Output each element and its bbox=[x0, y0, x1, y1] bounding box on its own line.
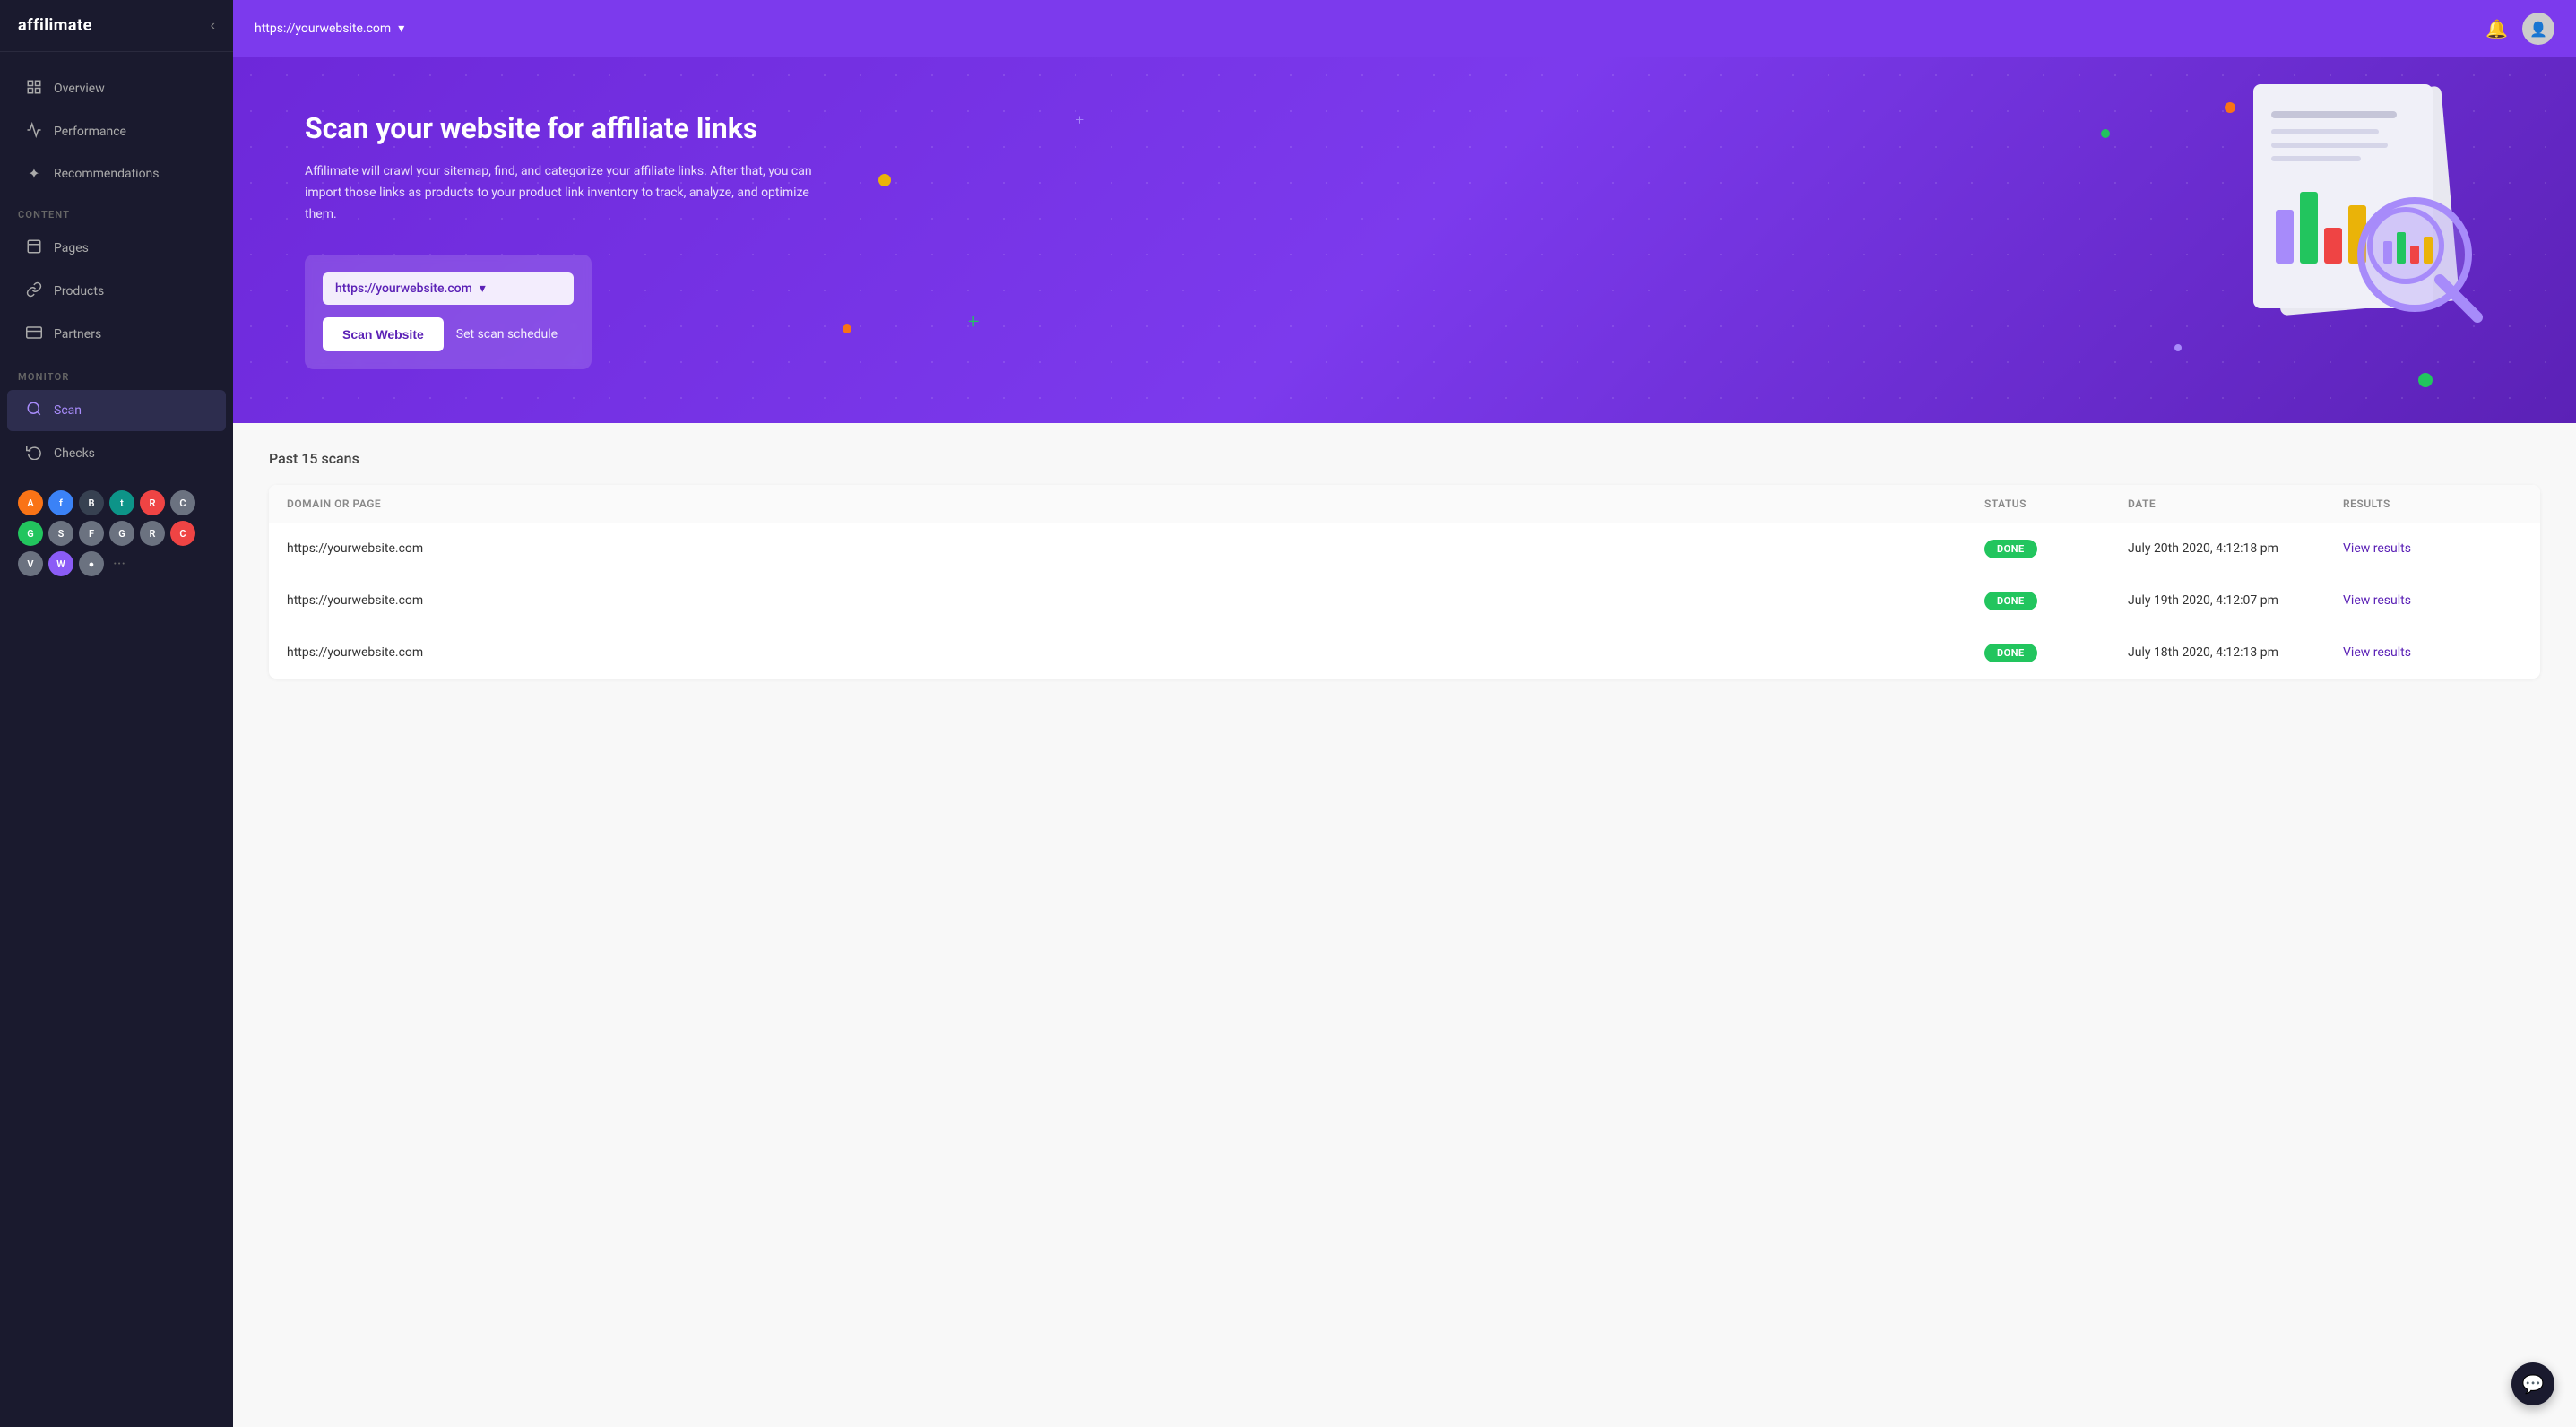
hero-title: Scan your website for affiliate links bbox=[305, 111, 825, 145]
net-icon-v[interactable]: V bbox=[18, 551, 43, 576]
net-icon-fb[interactable]: f bbox=[48, 490, 73, 515]
row1-domain: https://yourwebsite.com bbox=[287, 541, 1984, 556]
sidebar-item-recommendations-label: Recommendations bbox=[54, 167, 160, 181]
content-section-label: CONTENT bbox=[0, 195, 233, 226]
row1-status-badge: DONE bbox=[1984, 540, 2037, 558]
topbar-right: 🔔 👤 bbox=[2485, 13, 2554, 45]
sidebar-item-partners[interactable]: Partners bbox=[7, 314, 226, 355]
overview-icon bbox=[25, 79, 43, 99]
hero-illustration bbox=[2217, 75, 2522, 344]
url-dropdown[interactable]: https://yourwebsite.com ▾ bbox=[323, 272, 574, 305]
sidebar-item-recommendations[interactable]: ✦ Recommendations bbox=[7, 154, 226, 193]
net-icon-r2[interactable]: R bbox=[140, 521, 165, 546]
row2-status: DONE bbox=[1984, 592, 2128, 610]
row1-status: DONE bbox=[1984, 540, 2128, 558]
pages-icon bbox=[25, 238, 43, 258]
monitor-section-label: MONITOR bbox=[0, 357, 233, 388]
table-row: https://yourwebsite.com DONE July 18th 2… bbox=[269, 627, 2540, 679]
net-icon-dot[interactable]: ● bbox=[79, 551, 104, 576]
main-content: https://yourwebsite.com ▾ 🔔 👤 + + Scan y… bbox=[233, 0, 2576, 1427]
row2-date: July 19th 2020, 4:12:07 pm bbox=[2128, 593, 2343, 608]
sidebar-header: affilimate ‹ bbox=[0, 0, 233, 52]
row1-view-results-link[interactable]: View results bbox=[2343, 541, 2522, 556]
sidebar-nav: Overview Performance ✦ Recommendations C… bbox=[0, 52, 233, 1427]
sidebar-item-performance-label: Performance bbox=[54, 125, 126, 139]
col-results: Results bbox=[2343, 497, 2522, 510]
table-row: https://yourwebsite.com DONE July 20th 2… bbox=[269, 523, 2540, 575]
url-dropdown-value: https://yourwebsite.com bbox=[335, 281, 472, 296]
url-dropdown-chevron-icon: ▾ bbox=[480, 281, 486, 296]
hero-content: Scan your website for affiliate links Af… bbox=[305, 111, 825, 369]
row3-view-results-link[interactable]: View results bbox=[2343, 645, 2522, 660]
col-date: Date bbox=[2128, 497, 2343, 510]
sidebar-item-scan-label: Scan bbox=[54, 403, 82, 418]
row2-view-results-link[interactable]: View results bbox=[2343, 593, 2522, 608]
url-selector[interactable]: https://yourwebsite.com ▾ bbox=[255, 22, 404, 36]
sidebar-item-partners-label: Partners bbox=[54, 327, 101, 342]
sidebar: affilimate ‹ Overview Performance ✦ Reco… bbox=[0, 0, 233, 1427]
hero-form: https://yourwebsite.com ▾ Scan Website S… bbox=[305, 255, 592, 369]
net-icon-g[interactable]: G bbox=[18, 521, 43, 546]
net-icon-c[interactable]: C bbox=[170, 490, 195, 515]
row1-date: July 20th 2020, 4:12:18 pm bbox=[2128, 541, 2343, 556]
table-header: Domain or Page Status Date Results bbox=[269, 485, 2540, 523]
logo: affilimate bbox=[18, 16, 92, 35]
partners-icon bbox=[25, 324, 43, 344]
row2-domain: https://yourwebsite.com bbox=[287, 593, 1984, 608]
checks-icon bbox=[25, 444, 43, 463]
hero-actions: Scan Website Set scan schedule bbox=[323, 317, 574, 351]
col-domain: Domain or Page bbox=[287, 497, 1984, 510]
more-networks[interactable]: ··· bbox=[109, 551, 129, 577]
hero-description: Affilimate will crawl your sitemap, find… bbox=[305, 161, 825, 225]
scan-website-button[interactable]: Scan Website bbox=[323, 317, 444, 351]
sidebar-item-pages[interactable]: Pages bbox=[7, 228, 226, 269]
net-icon-s2[interactable]: S bbox=[48, 521, 73, 546]
scans-section-title: Past 15 scans bbox=[269, 450, 2540, 467]
net-icon-t[interactable]: t bbox=[109, 490, 134, 515]
sidebar-item-scan[interactable]: Scan bbox=[7, 390, 226, 431]
row3-status: DONE bbox=[1984, 644, 2128, 662]
sidebar-item-checks-label: Checks bbox=[54, 446, 95, 461]
row2-status-badge: DONE bbox=[1984, 592, 2037, 610]
sidebar-item-overview-label: Overview bbox=[54, 82, 105, 96]
row3-status-badge: DONE bbox=[1984, 644, 2037, 662]
net-icon-amazon[interactable]: A bbox=[18, 490, 43, 515]
net-icon-f2[interactable]: F bbox=[79, 521, 104, 546]
performance-icon bbox=[25, 122, 43, 142]
table-row: https://yourwebsite.com DONE July 19th 2… bbox=[269, 575, 2540, 627]
sidebar-item-pages-label: Pages bbox=[54, 241, 89, 255]
row3-domain: https://yourwebsite.com bbox=[287, 645, 1984, 660]
col-status: Status bbox=[1984, 497, 2128, 510]
hero-section: + + Scan your website for affiliate link… bbox=[233, 57, 2576, 423]
sidebar-item-performance[interactable]: Performance bbox=[7, 111, 226, 152]
row3-date: July 18th 2020, 4:12:13 pm bbox=[2128, 645, 2343, 660]
topbar: https://yourwebsite.com ▾ 🔔 👤 bbox=[233, 0, 2576, 57]
set-scan-schedule-link[interactable]: Set scan schedule bbox=[456, 327, 558, 342]
sidebar-item-products-label: Products bbox=[54, 284, 104, 298]
content-area: Past 15 scans Domain or Page Status Date… bbox=[233, 423, 2576, 1427]
net-icon-r[interactable]: R bbox=[140, 490, 165, 515]
sidebar-item-checks[interactable]: Checks bbox=[7, 433, 226, 474]
net-icon-w[interactable]: W bbox=[48, 551, 73, 576]
scans-table: Domain or Page Status Date Results https… bbox=[269, 485, 2540, 679]
sidebar-item-overview[interactable]: Overview bbox=[7, 68, 226, 109]
current-url: https://yourwebsite.com bbox=[255, 22, 391, 36]
net-icon-g2[interactable]: G bbox=[109, 521, 134, 546]
url-dropdown-icon: ▾ bbox=[398, 22, 404, 36]
products-icon bbox=[25, 281, 43, 301]
user-avatar[interactable]: 👤 bbox=[2522, 13, 2554, 45]
net-icon-b[interactable]: B bbox=[79, 490, 104, 515]
scan-icon bbox=[25, 401, 43, 420]
chat-widget[interactable]: 💬 bbox=[2511, 1362, 2554, 1405]
recommendations-icon: ✦ bbox=[25, 165, 43, 182]
network-icons: A f B t R C G S F G R C V W ● ··· bbox=[0, 476, 233, 592]
notification-bell-icon[interactable]: 🔔 bbox=[2485, 18, 2508, 39]
net-icon-c2[interactable]: C bbox=[170, 521, 195, 546]
sidebar-item-products[interactable]: Products bbox=[7, 271, 226, 312]
collapse-button[interactable]: ‹ bbox=[211, 18, 215, 34]
